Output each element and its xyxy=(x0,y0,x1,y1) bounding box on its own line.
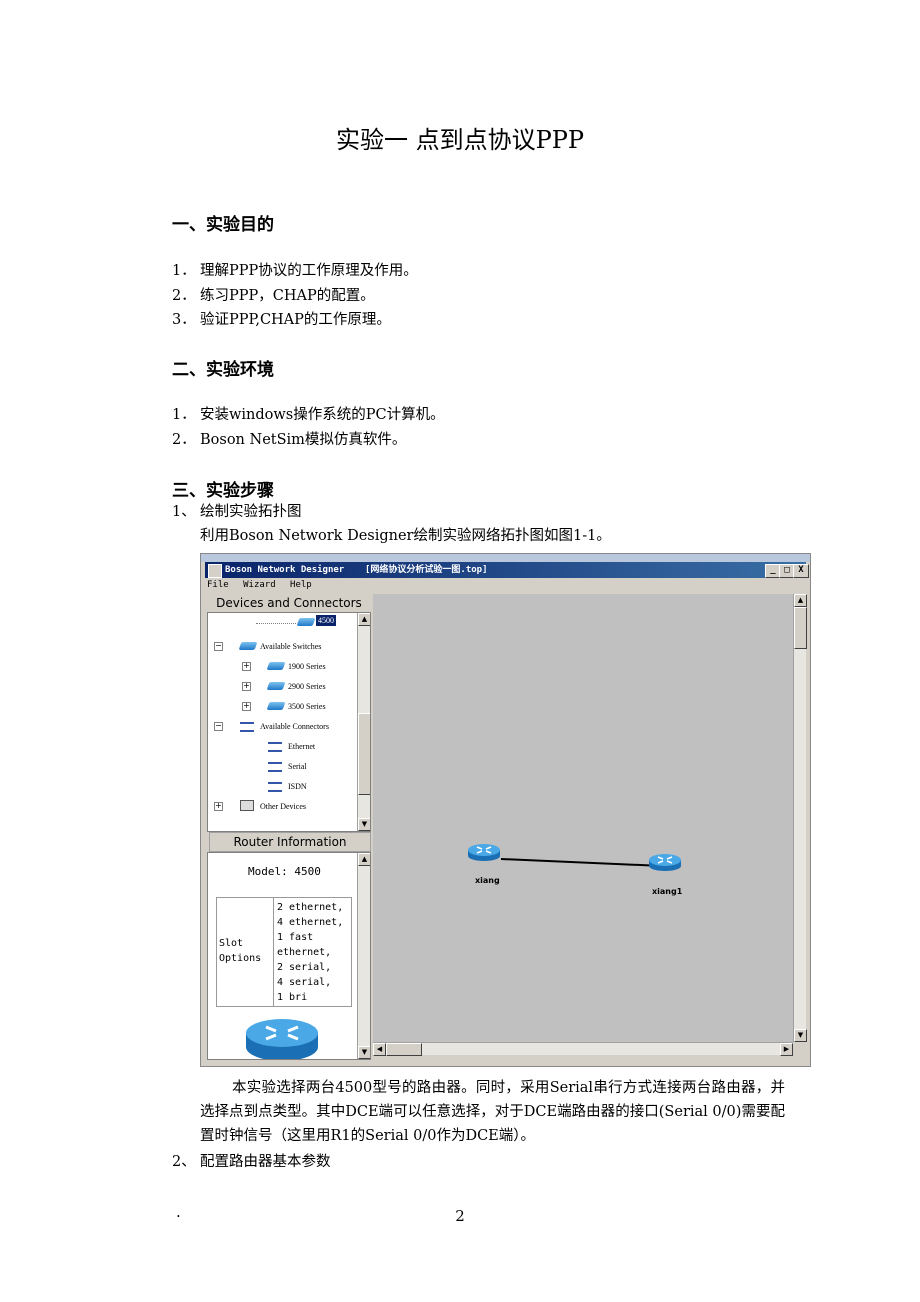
step-1: 1、 绘制实验拓扑图 xyxy=(172,504,302,520)
close-button[interactable]: X xyxy=(793,564,809,578)
router-label-xiang1: xiang1 xyxy=(652,887,683,896)
menu-file[interactable]: File xyxy=(207,580,229,590)
slot-value: ethernet, xyxy=(277,947,332,958)
collapse-icon[interactable]: − xyxy=(214,722,223,731)
tree-item-ethernet[interactable]: Ethernet xyxy=(288,742,315,751)
switch-icon xyxy=(266,682,286,690)
section-heading-steps: 三、实验步骤 xyxy=(172,481,274,501)
expand-icon[interactable]: + xyxy=(214,802,223,811)
tree-item-isdn[interactable]: ISDN xyxy=(288,782,307,791)
scroll-right-icon[interactable]: ▶ xyxy=(780,1043,793,1056)
canvas-hscrollbar[interactable]: ◀ ▶ xyxy=(373,1042,793,1056)
scroll-down-icon[interactable]: ▼ xyxy=(358,818,370,831)
tree-item-switches[interactable]: Available Switches xyxy=(260,642,321,651)
window-titlebar: Boson Network Designer [网络协议分析试验一图.top] … xyxy=(205,562,809,578)
list-item: 2． Boson NetSim模拟仿真软件。 xyxy=(172,432,407,448)
switch-icon xyxy=(266,702,286,710)
slot-label: Slot xyxy=(219,938,244,949)
list-item: 3． 验证PPP,CHAP的工作原理。 xyxy=(172,312,391,328)
tree-item-connectors[interactable]: Available Connectors xyxy=(260,722,329,731)
info-scrollbar[interactable]: ▲ ▼ xyxy=(357,853,370,1059)
file-title: [网络协议分析试验一图.top] xyxy=(365,565,488,575)
expand-icon[interactable]: + xyxy=(242,702,251,711)
options-label: Options xyxy=(219,953,262,964)
scroll-down-icon[interactable]: ▼ xyxy=(358,1046,370,1059)
step-2: 2、 配置路由器基本参数 xyxy=(172,1154,331,1170)
router-label-xiang: xiang xyxy=(475,876,500,885)
tree-scrollbar[interactable]: ▲ ▼ xyxy=(357,613,370,831)
section-heading-env: 二、实验环境 xyxy=(172,360,274,380)
app-icon xyxy=(208,564,222,578)
list-item: 1． 安装windows操作系统的PC计算机。 xyxy=(172,407,445,423)
scroll-thumb[interactable] xyxy=(386,1043,422,1056)
network-designer-window: Boson Network Designer [网络协议分析试验一图.top] … xyxy=(200,553,811,1067)
page-number: 2 xyxy=(455,1207,465,1225)
connector-icon xyxy=(268,782,282,792)
router-large-icon xyxy=(246,1019,318,1059)
switch-icon xyxy=(238,642,258,650)
step-1-description: 利用Boson Network Designer绘制实验网络拓扑图如图1-1。 xyxy=(200,528,611,544)
canvas-vscrollbar[interactable]: ▲ ▼ xyxy=(793,594,807,1042)
connector-icon xyxy=(268,762,282,772)
menu-help[interactable]: Help xyxy=(290,580,312,590)
router-icon[interactable] xyxy=(467,842,501,862)
router-icon[interactable] xyxy=(648,852,682,872)
tree-item-1900[interactable]: 1900 Series xyxy=(288,662,326,671)
connector-icon xyxy=(240,722,254,732)
design-canvas[interactable]: xiang xiang1 xyxy=(373,594,793,1042)
collapse-icon[interactable]: − xyxy=(214,642,223,651)
slot-value: 2 ethernet, xyxy=(277,902,344,913)
serial-link xyxy=(500,858,664,867)
slot-value: 1 bri xyxy=(277,992,308,1003)
page-title: 实验一 点到点协议PPP xyxy=(335,126,585,154)
menu-bar: File Wizard Help xyxy=(207,580,321,592)
scroll-up-icon[interactable]: ▲ xyxy=(358,613,370,626)
app-title: Boson Network Designer xyxy=(225,565,345,575)
tree-item-2900[interactable]: 2900 Series xyxy=(288,682,326,691)
tree-item-serial[interactable]: Serial xyxy=(288,762,307,771)
menu-wizard[interactable]: Wizard xyxy=(243,580,276,590)
connector-icon xyxy=(268,742,282,752)
expand-icon[interactable]: + xyxy=(242,682,251,691)
router-info-panel: Model: 4500 Slot Options 2 ethernet, 4 e… xyxy=(207,852,371,1060)
scroll-up-icon[interactable]: ▲ xyxy=(794,594,807,607)
scroll-down-icon[interactable]: ▼ xyxy=(794,1029,807,1042)
router-model: Model: 4500 xyxy=(248,865,321,878)
section-heading-goals: 一、实验目的 xyxy=(172,215,274,235)
scroll-left-icon[interactable]: ◀ xyxy=(373,1043,386,1056)
slot-value: 4 serial, xyxy=(277,977,332,988)
router-icon xyxy=(296,618,316,626)
computer-icon xyxy=(240,800,254,811)
slot-value: 2 serial, xyxy=(277,962,332,973)
switch-icon xyxy=(266,662,286,670)
device-tree: 4500 − Available Switches + 1900 Series … xyxy=(207,612,371,832)
expand-icon[interactable]: + xyxy=(242,662,251,671)
tree-item-4500[interactable]: 4500 xyxy=(316,615,336,626)
slot-options-table: Slot Options 2 ethernet, 4 ethernet, 1 f… xyxy=(216,897,352,1007)
devices-header: Devices and Connectors xyxy=(209,594,369,612)
scroll-up-icon[interactable]: ▲ xyxy=(358,853,370,866)
list-item: 2． 练习PPP，CHAP的配置。 xyxy=(172,288,375,304)
scroll-thumb[interactable] xyxy=(794,607,807,649)
body-paragraph: 本实验选择两台4500型号的路由器。同时，采用Serial串行方式连接两台路由器… xyxy=(200,1080,785,1144)
tree-item-other[interactable]: Other Devices xyxy=(260,802,306,811)
tree-item-3500[interactable]: 3500 Series xyxy=(288,702,326,711)
background-strip xyxy=(201,554,810,562)
list-item: 1． 理解PPP协议的工作原理及作用。 xyxy=(172,263,418,279)
scroll-thumb[interactable] xyxy=(358,713,370,795)
slot-value: 4 ethernet, xyxy=(277,917,344,928)
slot-value: 1 fast xyxy=(277,932,314,943)
router-info-header: Router Information xyxy=(209,832,371,852)
